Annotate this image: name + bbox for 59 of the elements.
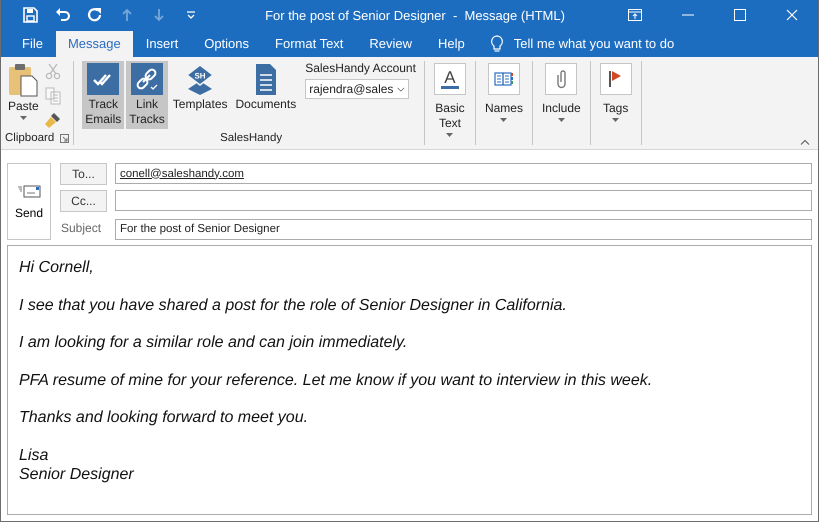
ribbon-tab[interactable]: Format Text: [262, 30, 356, 57]
body-paragraph: PFA resume of mine for your reference. Let me know if you want to interview in this week.: [19, 370, 654, 390]
to-field[interactable]: conell@saleshandy.com: [115, 163, 812, 184]
ribbon-button[interactable]: Include: [538, 61, 584, 124]
caret-icon: [612, 118, 620, 122]
body-paragraph: I see that you have shared a post for the role of Senior Designer in California.: [19, 296, 568, 314]
save-icon[interactable]: [22, 6, 40, 24]
body-paragraph: Hi Cornell,: [19, 258, 95, 277]
ribbon-button[interactable]: Tags: [596, 61, 635, 124]
flag-icon: [609, 70, 622, 88]
send-button[interactable]: Send: [7, 163, 51, 240]
subject-label: Subject: [60, 221, 102, 235]
cc-field[interactable]: [115, 190, 812, 211]
dialog-launcher-icon[interactable]: [60, 134, 70, 142]
ribbon-tab[interactable]: Options: [191, 30, 262, 57]
tell-me-search[interactable]: Tell me what you want to do: [514, 36, 674, 52]
group-label: Clipboard: [5, 131, 54, 145]
dropdown-value: rajendra@sales: [309, 82, 394, 96]
group-label: SalesHandy: [220, 131, 282, 145]
lightbulb-icon[interactable]: [490, 34, 504, 53]
ribbon-tab[interactable]: File: [9, 30, 56, 57]
ribbon-tab[interactable]: Insert: [132, 30, 192, 57]
address-book-icon: [494, 72, 514, 86]
ribbon-tab[interactable]: Review: [356, 30, 426, 57]
account-label: SalesHandy Account: [305, 61, 416, 75]
body-paragraph: Thanks and looking forward to meet you.: [19, 408, 310, 427]
body-paragraph: I am looking for a similar role and can join immediately.: [19, 333, 408, 352]
ribbon-button[interactable]: Names: [482, 61, 526, 124]
caret-icon: [500, 118, 508, 122]
clipboard-icon: [8, 63, 38, 97]
ribbon-button[interactable]: A Basic Text: [430, 61, 469, 139]
chevron-down-icon: [397, 86, 406, 92]
link-icon: [131, 63, 164, 95]
account-dropdown[interactable]: rajendra@sales: [305, 79, 410, 99]
ribbon-display-options-icon[interactable]: [628, 9, 642, 22]
maximize-icon[interactable]: [734, 9, 746, 22]
ribbon-tab[interactable]: Message: [56, 30, 133, 57]
close-icon[interactable]: [786, 9, 798, 22]
check-icon: [87, 63, 120, 95]
caret-icon: [20, 116, 27, 120]
body-paragraph: Lisa Senior Designer: [19, 446, 136, 484]
caret-icon: [558, 118, 565, 122]
collapse-ribbon-icon[interactable]: [800, 139, 810, 145]
ribbon-button[interactable]: Link Tracks: [126, 61, 168, 129]
to-button[interactable]: To...: [60, 162, 107, 184]
envelope-icon: [17, 184, 41, 198]
paperclip-icon: [556, 70, 566, 88]
recipient-address[interactable]: conell@saleshandy.com: [120, 168, 244, 180]
ribbon-button[interactable]: Track Emails: [82, 61, 124, 129]
caret-icon: [446, 133, 454, 137]
redo-icon[interactable]: [86, 6, 104, 24]
paste-button[interactable]: Paste: [5, 61, 42, 122]
window-title: For the post of Senior Designer - Message (HTML): [264, 8, 566, 23]
subject-field[interactable]: For the post of Senior Designer: [115, 218, 812, 240]
brush-icon[interactable]: [44, 111, 62, 129]
ribbon-tab[interactable]: Help: [425, 30, 478, 57]
ribbon-button[interactable]: Documents: [232, 61, 300, 114]
ribbon-button[interactable]: SH Templates: [170, 61, 230, 114]
cc-button[interactable]: Cc...: [60, 190, 107, 212]
